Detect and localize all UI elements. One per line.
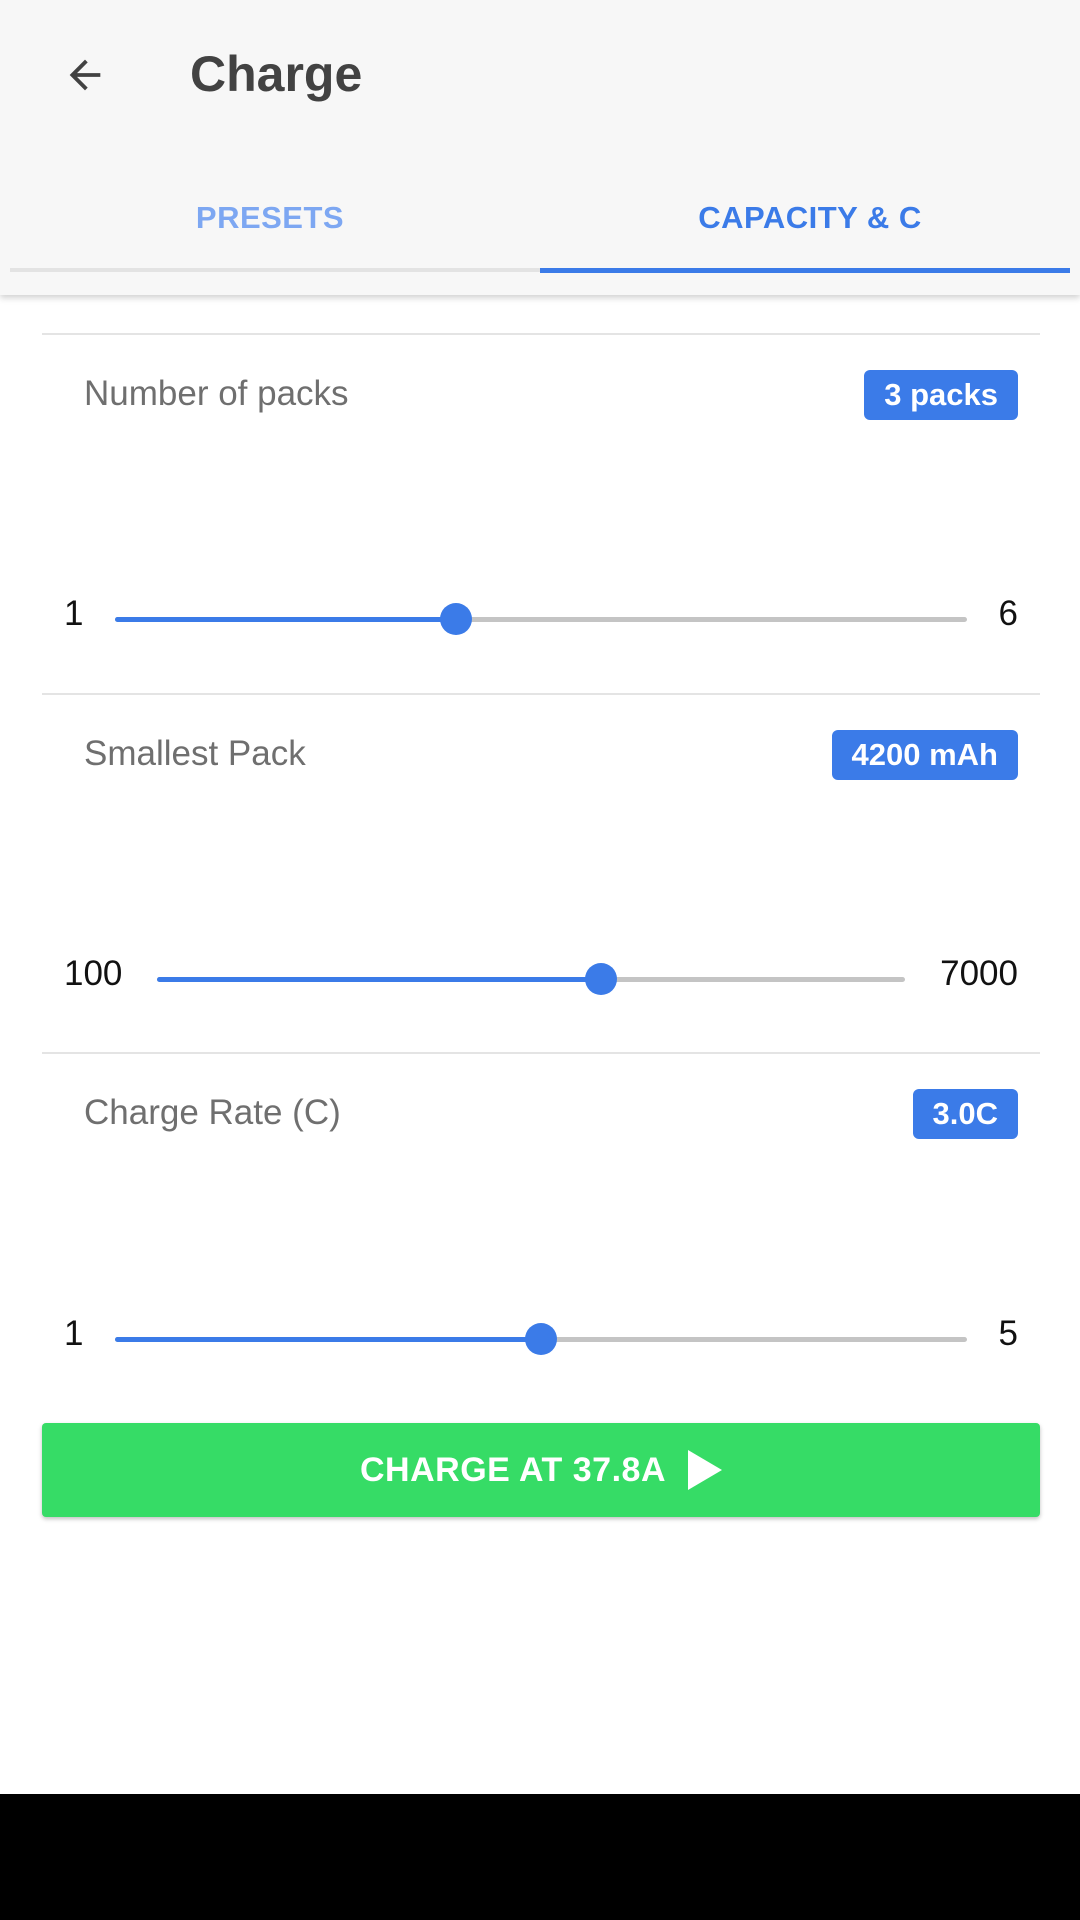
divider bbox=[42, 1052, 1040, 1054]
charge-rate-slider[interactable] bbox=[115, 1323, 967, 1355]
page-title: Charge bbox=[190, 46, 363, 102]
smallest-pack-min: 100 bbox=[64, 954, 123, 993]
tab-indicator bbox=[540, 268, 1070, 273]
charge-rate-badge: 3.0C bbox=[912, 1089, 1018, 1139]
charge-rate-max: 5 bbox=[998, 1314, 1018, 1353]
tab-presets[interactable]: PRESETS bbox=[0, 190, 540, 246]
packs-min: 1 bbox=[64, 594, 84, 633]
charge-rate-label: Charge Rate (C) bbox=[84, 1093, 341, 1132]
arrow-left-icon bbox=[69, 59, 101, 91]
packs-badge: 3 packs bbox=[864, 370, 1018, 420]
app-bar: Charge PRESETS CAPACITY & C bbox=[0, 0, 1080, 295]
smallest-pack-badge: 4200 mAh bbox=[831, 730, 1018, 780]
packs-slider-fill bbox=[115, 617, 456, 622]
packs-label: Number of packs bbox=[84, 374, 349, 413]
play-icon bbox=[688, 1450, 722, 1490]
smallest-pack-slider-fill bbox=[157, 977, 602, 982]
packs-slider[interactable] bbox=[115, 603, 967, 635]
system-nav-bar bbox=[0, 1794, 1080, 1920]
tab-capacity-c[interactable]: CAPACITY & C bbox=[540, 190, 1080, 246]
charge-button-label: CHARGE AT 37.8A bbox=[360, 1450, 666, 1489]
packs-max: 6 bbox=[998, 594, 1018, 633]
charge-rate-slider-thumb[interactable] bbox=[525, 1323, 557, 1355]
back-button[interactable] bbox=[50, 40, 120, 110]
charge-rate-slider-fill bbox=[115, 1337, 541, 1342]
divider bbox=[42, 693, 1040, 695]
divider bbox=[42, 333, 1040, 335]
smallest-pack-slider-thumb[interactable] bbox=[585, 963, 618, 995]
smallest-pack-slider[interactable] bbox=[157, 963, 905, 995]
smallest-pack-max: 7000 bbox=[940, 954, 1018, 993]
smallest-pack-label: Smallest Pack bbox=[84, 734, 306, 773]
tab-track bbox=[10, 268, 540, 272]
charge-button[interactable]: CHARGE AT 37.8A bbox=[42, 1423, 1040, 1517]
charge-rate-min: 1 bbox=[64, 1314, 84, 1353]
packs-slider-thumb[interactable] bbox=[439, 603, 472, 635]
